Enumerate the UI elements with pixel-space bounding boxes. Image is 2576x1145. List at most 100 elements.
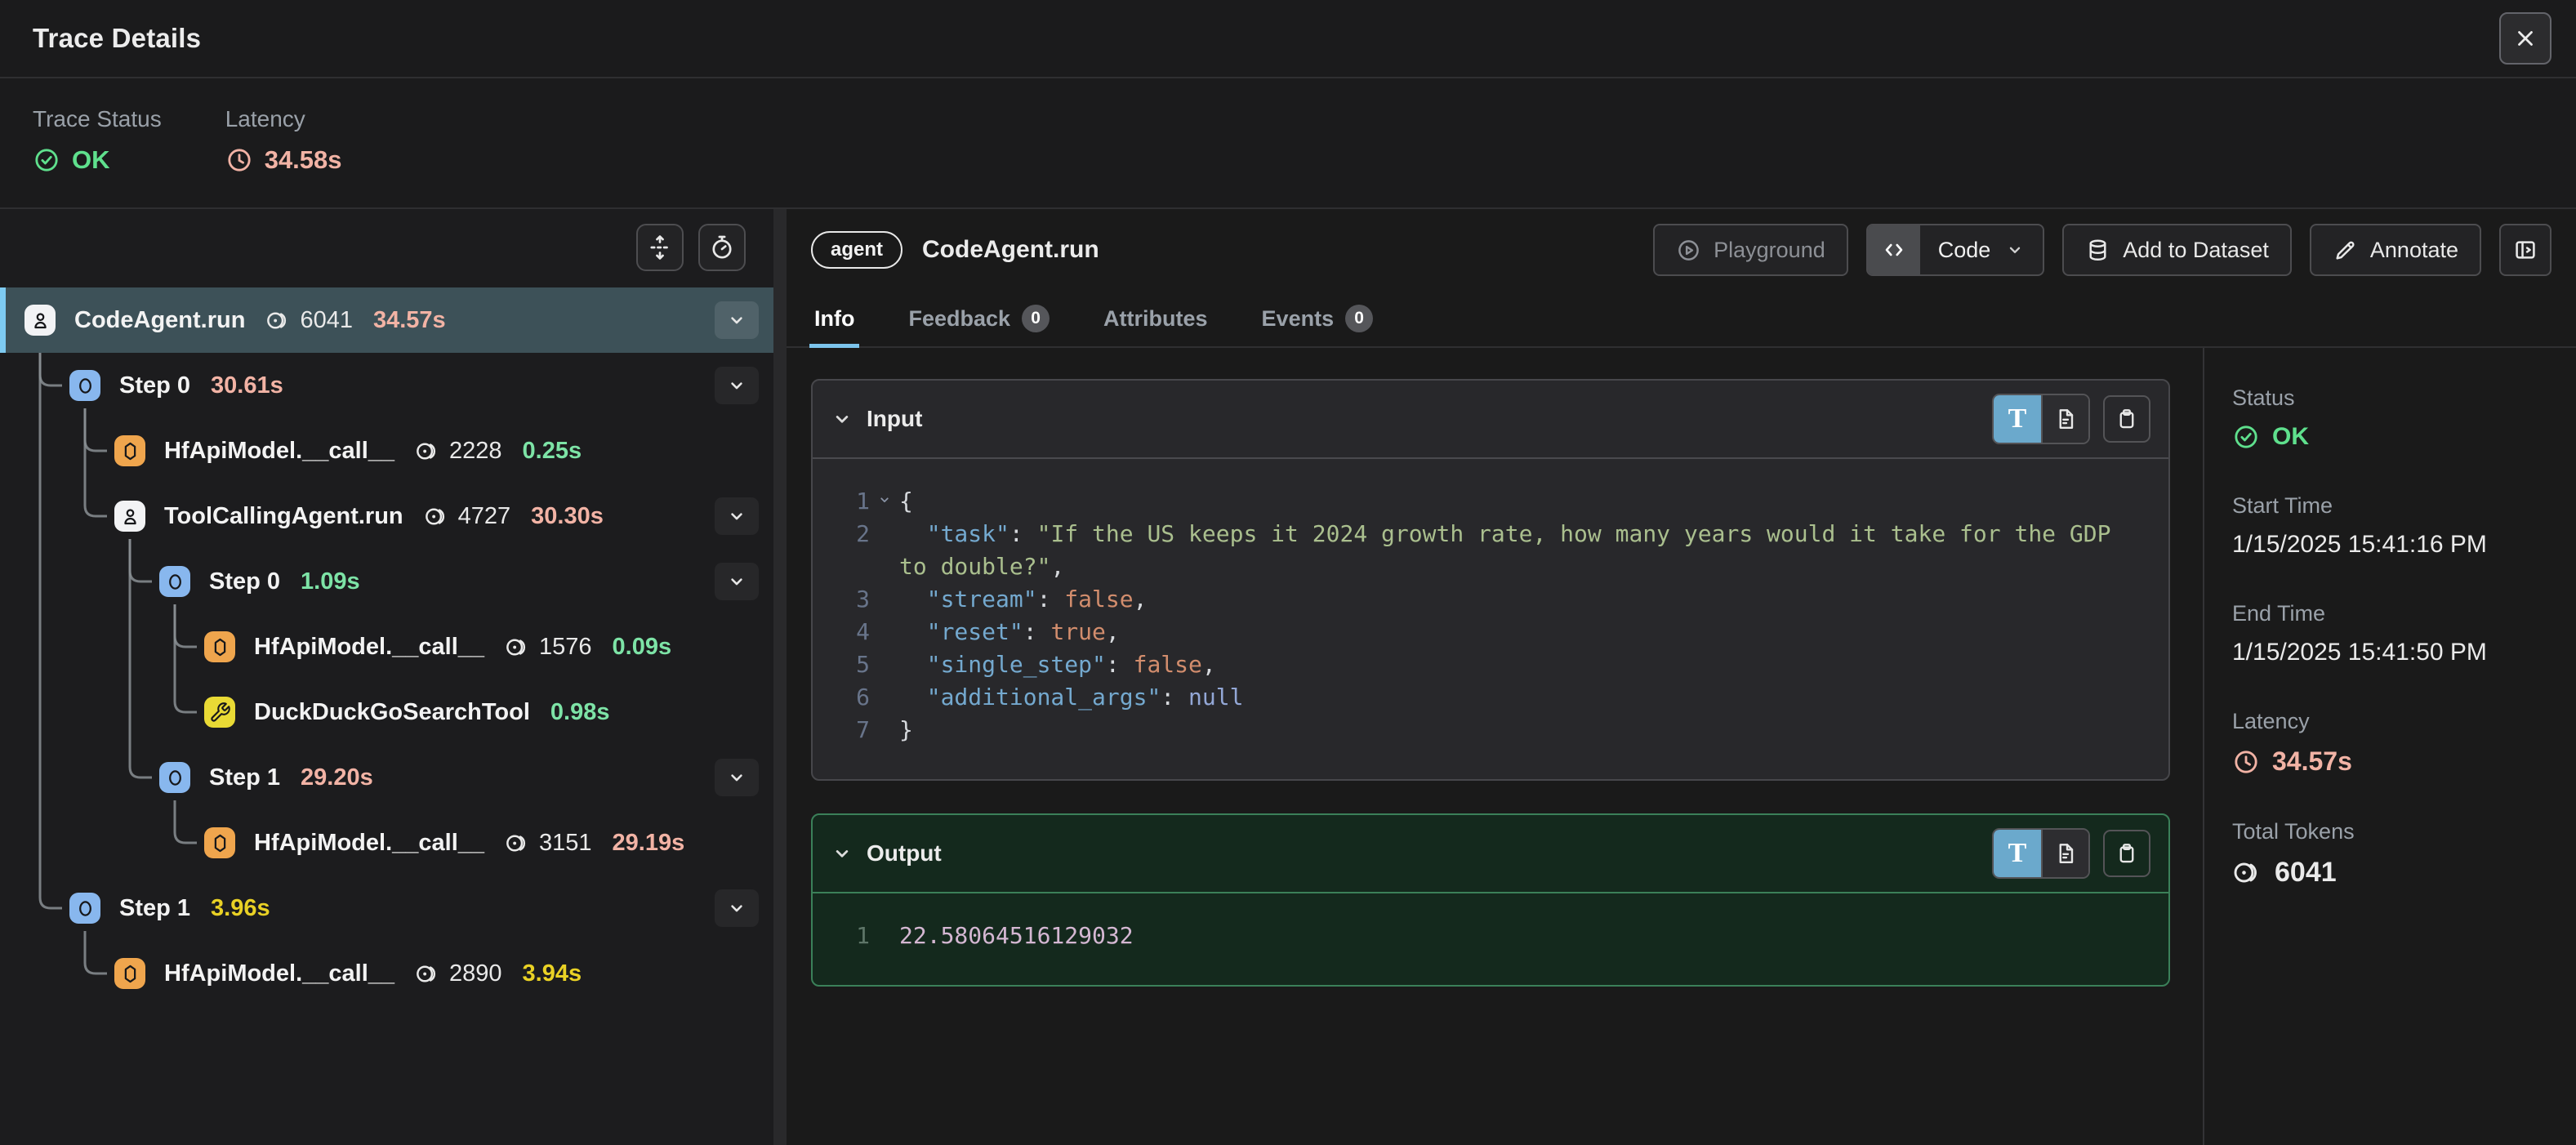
trace-latency-value: 34.58s: [225, 145, 342, 175]
tokens-icon: [505, 635, 530, 660]
collapse-row-button[interactable]: [715, 563, 759, 600]
copy-output-button[interactable]: [2103, 830, 2150, 877]
titlebar: Trace Details: [0, 0, 2576, 78]
line-number: 6: [832, 681, 870, 714]
tree-row[interactable]: HfApiModel.__call__ 1576 0.09s: [0, 614, 773, 679]
fold-gutter[interactable]: [870, 681, 899, 714]
database-icon: [2085, 238, 2110, 263]
tabs: Info Feedback 0 Attributes Events 0: [787, 291, 2576, 348]
tree-row[interactable]: CodeAgent.run 6041 34.57s: [0, 287, 773, 353]
tab[interactable]: Feedback 0: [908, 291, 1050, 346]
output-code[interactable]: 1 22.58064516129032: [813, 893, 2168, 985]
fold-chevron-icon: [877, 492, 892, 507]
span-label: Step 0: [209, 568, 280, 595]
text-T-icon: T: [2008, 403, 2027, 434]
annotate-button[interactable]: Annotate: [2310, 224, 2481, 276]
meta-value: 6041: [2232, 857, 2560, 889]
panel-resize-handle[interactable]: [773, 209, 787, 1145]
tree-row[interactable]: Step 0 30.61s: [0, 353, 773, 418]
fold-gutter[interactable]: [870, 714, 899, 746]
input-card-actions: T: [1992, 394, 2150, 444]
token-count: 2890: [449, 960, 502, 987]
panel-right-icon: [2512, 237, 2538, 263]
tree-row[interactable]: HfApiModel.__call__ 3151 29.19s: [0, 810, 773, 875]
span-duration: 29.19s: [613, 830, 685, 857]
meta-text: OK: [2272, 423, 2309, 451]
collapse-row-button[interactable]: [715, 889, 759, 927]
code-line: 4 "reset": true,: [832, 616, 2146, 648]
fold-gutter[interactable]: [870, 920, 899, 952]
raw-view-button[interactable]: [2041, 830, 2088, 877]
meta-entry: Total Tokens 6041: [2232, 819, 2560, 889]
tree-row[interactable]: DuckDuckGoSearchTool 0.98s: [0, 679, 773, 745]
add-to-dataset-button[interactable]: Add to Dataset: [2062, 224, 2292, 276]
span-tokens: 2228: [415, 438, 502, 465]
text-view-button[interactable]: T: [1994, 830, 2041, 877]
span-duration: 29.20s: [301, 764, 373, 791]
line-content: "additional_args": null: [899, 681, 2146, 714]
input-code[interactable]: 1 { 2 "task": "If the US keeps it 2024 g…: [813, 459, 2168, 779]
span-tokens: 2890: [415, 960, 502, 987]
collapse-output-button[interactable]: [831, 842, 853, 865]
tree-row[interactable]: Step 1 3.96s: [0, 875, 773, 941]
span-type-icon: [204, 631, 235, 662]
tree-row[interactable]: HfApiModel.__call__ 2228 0.25s: [0, 418, 773, 483]
code-line: 3 "stream": false,: [832, 583, 2146, 616]
tree-row[interactable]: Step 1 29.20s: [0, 745, 773, 810]
input-title: Input: [867, 406, 922, 432]
clipboard-icon: [2115, 407, 2139, 431]
view-mode-value: Code: [1938, 238, 1991, 263]
text-T-icon: T: [2008, 838, 2027, 869]
span-type-icon: [114, 501, 145, 532]
span-duration: 3.96s: [211, 895, 270, 922]
close-button[interactable]: [2499, 12, 2551, 65]
token-count: 2228: [449, 438, 502, 465]
fold-gutter[interactable]: [870, 485, 899, 518]
code-brackets-icon: [1868, 225, 1920, 274]
collapse-row-button[interactable]: [715, 367, 759, 404]
view-mode-dropdown[interactable]: Code: [1866, 224, 2045, 276]
playground-button[interactable]: Playground: [1653, 224, 1848, 276]
text-view-button[interactable]: T: [1994, 395, 2041, 443]
fold-gutter[interactable]: [870, 616, 899, 648]
collapse-row-button[interactable]: [715, 759, 759, 796]
clipboard-icon: [2115, 841, 2139, 866]
collapse-input-button[interactable]: [831, 408, 853, 430]
token-count: 1576: [539, 634, 592, 661]
token-count: 4727: [458, 503, 511, 530]
token-count: 6041: [300, 307, 353, 334]
stopwatch-icon: [708, 234, 736, 261]
trace-latency-label: Latency: [225, 106, 342, 132]
content: CodeAgent.run 6041 34.57s Step 0 30.61s …: [0, 209, 2576, 1145]
meta-text: 1/15/2025 15:41:50 PM: [2232, 639, 2487, 666]
span-meta-sidebar: Status OK Start Time 1/15/2025 15:41:16 …: [2203, 348, 2576, 1145]
latency-toggle-button[interactable]: [698, 224, 746, 271]
expand-collapse-rows-button[interactable]: [636, 224, 684, 271]
tab[interactable]: Info: [814, 291, 854, 346]
collapse-row-button[interactable]: [715, 497, 759, 535]
tab[interactable]: Events 0: [1262, 291, 1374, 346]
toggle-side-panel-button[interactable]: [2499, 224, 2551, 276]
tab-label: Feedback: [908, 306, 1010, 332]
fold-gutter[interactable]: [870, 648, 899, 681]
tab-count-badge: 0: [1345, 305, 1373, 332]
span-detail-panel: agent CodeAgent.run Playground Code: [787, 209, 2576, 1145]
copy-input-button[interactable]: [2103, 395, 2150, 443]
tree-toolbar: [636, 224, 746, 271]
tree-row[interactable]: Step 0 1.09s: [0, 549, 773, 614]
tree-row[interactable]: ToolCallingAgent.run 4727 30.30s: [0, 483, 773, 549]
fold-gutter[interactable]: [870, 583, 899, 616]
tree-row[interactable]: HfApiModel.__call__ 2890 3.94s: [0, 941, 773, 1006]
code-line: 1 22.58064516129032: [832, 920, 2146, 952]
tab-label: Events: [1262, 306, 1335, 332]
fold-gutter[interactable]: [870, 518, 899, 583]
line-number: 3: [832, 583, 870, 616]
trace-details-window: Trace Details Trace Status OK Latency 34…: [0, 0, 2576, 1145]
raw-view-button[interactable]: [2041, 395, 2088, 443]
span-label: Step 0: [119, 372, 190, 399]
tab[interactable]: Attributes: [1103, 291, 1208, 346]
collapse-row-button[interactable]: [715, 301, 759, 339]
tab-label: Info: [814, 306, 854, 332]
trace-summary-bar: Trace Status OK Latency 34.58s: [0, 78, 2576, 209]
meta-entry: Start Time 1/15/2025 15:41:16 PM: [2232, 493, 2560, 559]
